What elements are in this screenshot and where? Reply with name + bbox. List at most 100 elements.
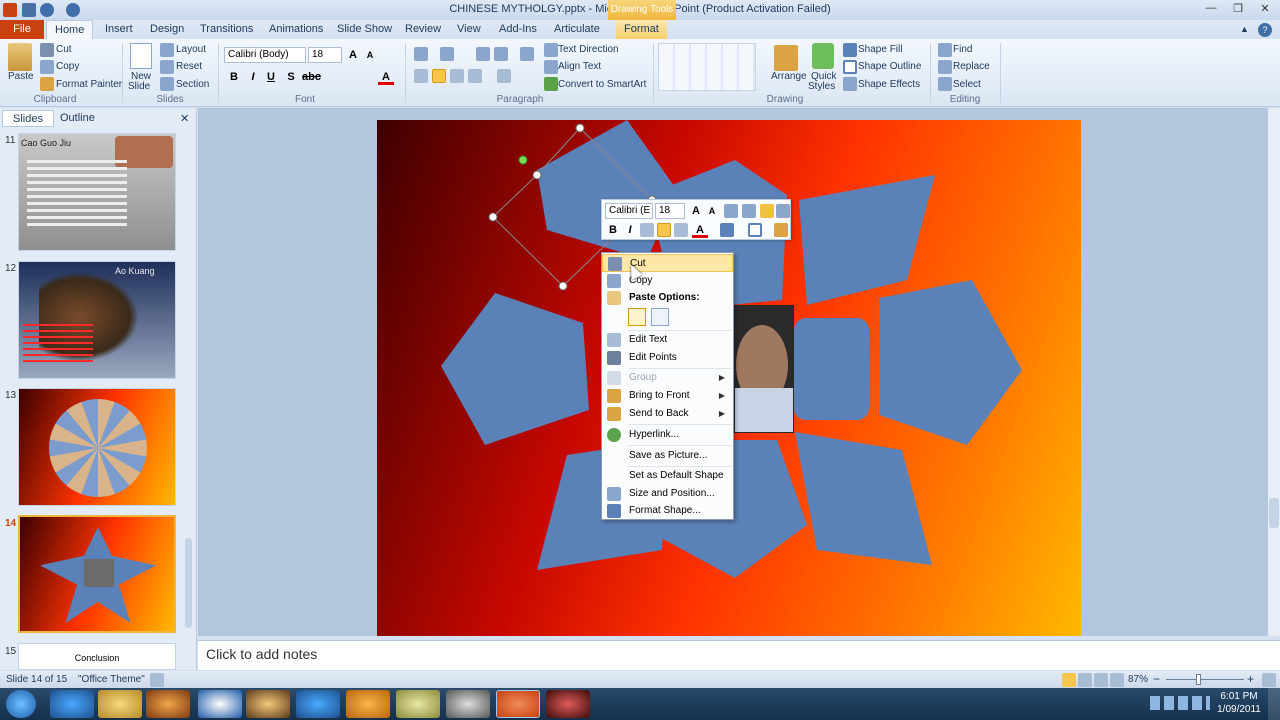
show-desktop-button[interactable] [1268, 688, 1280, 720]
menu-item-set-default-shape[interactable]: Set as Default Shape [602, 467, 733, 485]
tab-file[interactable]: File [0, 20, 44, 39]
font-size-combo[interactable]: 18 [308, 47, 342, 63]
cut-icon[interactable] [40, 43, 54, 57]
zoom-slider[interactable] [1166, 679, 1244, 680]
convert-smartart-button[interactable]: Convert to SmartArt [558, 79, 646, 90]
replace-icon[interactable] [938, 60, 952, 74]
text-direction-icon[interactable] [544, 43, 558, 57]
shape-fill-icon[interactable] [843, 43, 857, 57]
justify-icon[interactable] [468, 69, 482, 83]
tab-add-ins[interactable]: Add-Ins [491, 20, 545, 39]
minimize-button[interactable]: — [1200, 2, 1222, 16]
decrease-indent-icon[interactable] [476, 47, 490, 61]
file-explorer-taskbar-icon[interactable] [98, 690, 142, 718]
strikethrough-button[interactable]: abc [302, 69, 321, 85]
browser-taskbar-icon[interactable] [296, 690, 340, 718]
section-icon[interactable] [160, 77, 174, 91]
font-color-button[interactable]: A [378, 69, 394, 85]
mini-shrink-font-icon[interactable]: A [704, 203, 720, 219]
spell-check-icon[interactable] [150, 673, 164, 687]
recorder-taskbar-icon[interactable] [546, 690, 590, 718]
menu-item-size-and-position[interactable]: Size and Position... [602, 485, 733, 503]
align-text-button[interactable]: Align Text [558, 61, 601, 72]
mini-format-painter-icon[interactable] [774, 223, 788, 237]
notepad-taskbar-icon[interactable] [396, 690, 440, 718]
zoom-in-icon[interactable]: + [1247, 672, 1254, 686]
scrollbar-thumb[interactable] [1269, 498, 1279, 528]
font-name-combo[interactable]: Calibri (Body) [224, 47, 306, 63]
align-right-icon[interactable] [450, 69, 464, 83]
mini-italic-button[interactable]: I [622, 222, 638, 238]
tab-design[interactable]: Design [142, 20, 192, 39]
slide-thumbnail-11[interactable]: Cao Guo Jiu [18, 133, 176, 251]
select-button[interactable]: Select [953, 79, 981, 90]
notes-pane[interactable]: Click to add notes [198, 640, 1280, 670]
find-button[interactable]: Find [953, 44, 972, 55]
copy-icon[interactable] [40, 60, 54, 74]
cut-button[interactable]: Cut [56, 44, 72, 55]
fit-to-window-icon[interactable] [1262, 673, 1276, 687]
layout-button[interactable]: Layout [176, 44, 206, 55]
tab-review[interactable]: Review [397, 20, 449, 39]
menu-item-hyperlink[interactable]: Hyperlink... [602, 426, 733, 444]
new-slide-button-line2[interactable]: Slide [128, 81, 150, 92]
tab-insert[interactable]: Insert [97, 20, 141, 39]
media-player-taskbar-icon[interactable] [146, 690, 190, 718]
collapse-ribbon-icon[interactable]: ▲ [1240, 24, 1252, 36]
find-icon[interactable] [938, 43, 952, 57]
align-center-icon[interactable] [432, 69, 446, 83]
normal-view-icon[interactable] [1062, 673, 1076, 687]
close-panel-icon[interactable]: ✕ [180, 112, 189, 125]
format-painter-button[interactable]: Format Painter [56, 79, 122, 90]
tab-slide-show[interactable]: Slide Show [329, 20, 400, 39]
slide-sorter-icon[interactable] [1078, 673, 1092, 687]
paste-icon[interactable] [8, 43, 32, 71]
tab-outline[interactable]: Outline [50, 110, 105, 127]
zoom-out-icon[interactable]: − [1153, 672, 1160, 686]
arrange-icon[interactable] [774, 45, 798, 71]
tab-slides[interactable]: Slides [2, 110, 54, 127]
copy-button[interactable]: Copy [56, 61, 79, 72]
zoom-level[interactable]: 87% [1128, 674, 1148, 685]
shape-outline-button[interactable]: Shape Outline [858, 61, 921, 72]
mini-align-center-icon[interactable] [657, 223, 671, 237]
start-button[interactable] [6, 690, 36, 718]
section-button[interactable]: Section [176, 79, 209, 90]
align-left-icon[interactable] [414, 69, 428, 83]
shrink-font-icon[interactable]: A [362, 47, 378, 63]
close-button[interactable]: ✕ [1254, 2, 1276, 16]
menu-item-save-as-picture[interactable]: Save as Picture... [602, 447, 733, 465]
shapes-gallery[interactable] [658, 43, 756, 91]
mini-increase-indent-icon[interactable] [742, 204, 756, 218]
slide-thumbnail-12[interactable]: Ao Kuang [18, 261, 176, 379]
menu-item-edit-points[interactable]: Edit Points [602, 349, 733, 367]
outlook-taskbar-icon[interactable] [346, 690, 390, 718]
hp-taskbar-icon[interactable] [198, 690, 242, 718]
format-painter-icon[interactable] [40, 77, 54, 91]
mini-align-left-icon[interactable] [640, 223, 654, 237]
menu-item-send-to-back[interactable]: Send to Back ▶ [602, 405, 733, 423]
new-slide-icon[interactable] [130, 43, 152, 69]
shape-effects-button[interactable]: Shape Effects [858, 79, 920, 90]
mini-font-color-button[interactable]: A [692, 222, 708, 238]
mini-bold-button[interactable]: B [605, 222, 621, 238]
app-taskbar-icon[interactable] [446, 690, 490, 718]
tab-home[interactable]: Home [46, 20, 94, 39]
tab-format[interactable]: Format [616, 20, 667, 39]
menu-item-format-shape[interactable]: Format Shape... [602, 502, 733, 520]
menu-item-copy[interactable]: Copy [602, 272, 733, 290]
shadow-button[interactable]: S [283, 69, 299, 85]
mini-align-right-icon[interactable] [674, 223, 688, 237]
grow-font-icon[interactable]: A [345, 47, 361, 63]
paste-button[interactable]: Paste [8, 71, 34, 82]
shape-fill-button[interactable]: Shape Fill [858, 44, 902, 55]
columns-icon[interactable] [497, 69, 511, 83]
help-icon[interactable]: ? [1258, 23, 1272, 37]
mini-shape-icon[interactable] [776, 204, 790, 218]
system-tray-icons[interactable] [1150, 696, 1210, 710]
powerpoint-taskbar-icon[interactable] [496, 690, 540, 718]
maximize-button[interactable]: ❐ [1227, 2, 1249, 16]
increase-indent-icon[interactable] [494, 47, 508, 61]
slide-thumbnail-14-selected[interactable] [18, 515, 176, 633]
arrange-button[interactable]: Arrange [771, 71, 807, 82]
